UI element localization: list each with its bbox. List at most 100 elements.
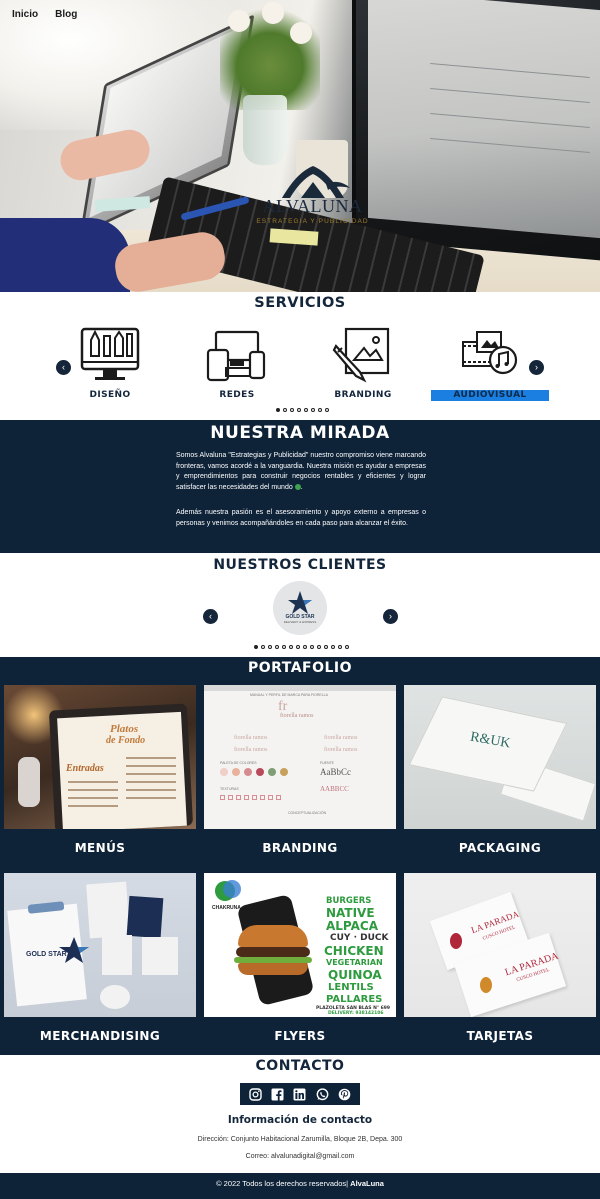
clientes-page-dot[interactable] <box>289 645 293 649</box>
clientes-page-dot[interactable] <box>296 645 300 649</box>
portfolio-tile-flyers[interactable]: CHAKRUNA BURGERS NATIVE ALPACA CUY · DUC… <box>204 873 396 1017</box>
portfolio-caption: FLYERS <box>274 1029 326 1043</box>
branding-name-variant: fiorella ramos <box>234 735 268 741</box>
servicios-page-dot[interactable] <box>318 408 322 412</box>
clientes-page-dot[interactable] <box>261 645 265 649</box>
globe-icon <box>294 483 301 490</box>
menu-line <box>126 773 176 775</box>
branding-name-variant: fiorella ramos <box>234 747 268 753</box>
menu-line <box>68 789 118 791</box>
star-icon <box>288 591 312 614</box>
linkedin-icon[interactable] <box>293 1088 306 1101</box>
portfolio-tile-merchandising[interactable]: GOLD STAR <box>4 873 196 1017</box>
mirada-title: NUESTRA MIRADA <box>210 423 390 443</box>
audiovisual-icon <box>462 331 518 375</box>
menu-line <box>126 781 176 783</box>
portfolio-tile-menus[interactable]: Platos de Fondo Entradas <box>4 685 196 829</box>
clientes-page-dot[interactable] <box>331 645 335 649</box>
clientes-page-dot[interactable] <box>254 645 258 649</box>
nav-link-inicio[interactable]: Inicio <box>12 9 38 20</box>
flyer-burger <box>238 925 308 947</box>
clientes-section: NUESTROS CLIENTES ‹ › GOLD STAR DELIVERY… <box>0 553 600 657</box>
clientes-page-dot[interactable] <box>324 645 328 649</box>
servicios-page-dot[interactable] <box>276 408 280 412</box>
menu-line <box>126 797 176 799</box>
logo-tagline: ESTRATEGIA Y PUBLICIDAD <box>256 218 369 225</box>
menu-heading: Entradas <box>66 763 104 774</box>
service-card-branding[interactable]: BRANDING <box>303 326 423 400</box>
servicios-page-dot[interactable] <box>304 408 308 412</box>
portfolio-caption: MENÚS <box>74 841 126 855</box>
social-bar <box>240 1083 360 1105</box>
service-card-audiovisual[interactable]: AUDIOVISUAL <box>430 326 550 401</box>
menu-line <box>126 789 176 791</box>
nav-link-blog[interactable]: Blog <box>55 9 77 20</box>
menu-line <box>68 805 118 807</box>
instagram-icon[interactable] <box>249 1087 262 1101</box>
servicios-page-dot[interactable] <box>311 408 315 412</box>
clientes-next-button[interactable]: › <box>383 609 398 624</box>
facebook-icon[interactable] <box>271 1088 284 1101</box>
color-swatch <box>280 768 288 776</box>
servicios-page-dot[interactable] <box>290 408 294 412</box>
servicios-section: SERVICIOS ‹ › DISEÑO REDES BRANDING AUDI… <box>0 292 600 420</box>
client-subtitle: DELIVERY & EXPRESS <box>283 620 317 624</box>
flyer-line: ALPACA <box>326 919 379 933</box>
branding-font-label: FUENTE <box>320 761 334 765</box>
servicios-page-dot[interactable] <box>325 408 329 412</box>
hero-glass-vase <box>243 95 287 165</box>
branding-name-variant: fiorella ramos <box>324 747 358 753</box>
texture-mark <box>220 795 225 800</box>
portafolio-section: PORTAFOLIO Platos de Fondo Entradas MENÚ… <box>0 657 600 1055</box>
devices-icon <box>206 330 266 382</box>
service-card-diseno[interactable]: DISEÑO <box>50 326 170 400</box>
client-logo-goldstar[interactable]: GOLD STAR DELIVERY & EXPRESS <box>273 581 327 635</box>
clientes-page-dot[interactable] <box>282 645 286 649</box>
portfolio-caption: MERCHANDISING <box>39 1029 161 1043</box>
menu-line <box>68 781 118 783</box>
service-card-redes[interactable]: REDES <box>177 326 297 400</box>
portfolio-tile-tarjetas[interactable]: LA PARADA CUSCO HOTEL LA PARADA CUSCO HO… <box>404 873 596 1017</box>
clientes-page-dot[interactable] <box>303 645 307 649</box>
servicios-page-dot[interactable] <box>283 408 287 412</box>
clientes-page-dot[interactable] <box>275 645 279 649</box>
service-label-active: AUDIOVISUAL <box>431 390 549 401</box>
menu-line <box>68 797 118 799</box>
portfolio-tile-branding[interactable]: MANUAL Y PERFIL DE MARCA PARA FIORELLA f… <box>204 685 396 829</box>
contact-address: Dirección: Conjunto Habitacional Zarumil… <box>197 1136 403 1143</box>
whatsapp-icon[interactable] <box>316 1087 329 1101</box>
mirada-section: NUESTRA MIRADA Somos Alvaluna "Estrategi… <box>0 420 600 553</box>
clientes-prev-button[interactable]: ‹ <box>203 609 218 624</box>
clientes-pagination <box>254 645 349 649</box>
hero-flower <box>262 2 284 24</box>
clientes-page-dot[interactable] <box>338 645 342 649</box>
servicios-title: SERVICIOS <box>254 295 346 311</box>
branding-name-variant: fiorella ramos <box>324 735 358 741</box>
branding-caption: MANUAL Y PERFIL DE MARCA PARA FIORELLA <box>250 693 328 697</box>
merch-notebook <box>86 881 130 939</box>
merch-folder <box>126 895 164 939</box>
brand-logo: ALVALUNA ESTRATEGIA Y PUBLICIDAD <box>245 160 380 232</box>
color-swatch <box>256 768 264 776</box>
color-swatch <box>220 768 228 776</box>
flyer-burger-bun <box>238 963 308 975</box>
texture-mark <box>244 795 249 800</box>
color-swatch <box>244 768 252 776</box>
menu-line <box>126 765 176 767</box>
clientes-page-dot[interactable] <box>268 645 272 649</box>
portfolio-tile-packaging[interactable]: R&UK <box>404 685 596 829</box>
flyer-line: CHICKEN <box>324 944 384 958</box>
branding-name: fiorella ramos <box>280 713 314 719</box>
texture-mark <box>236 795 241 800</box>
portfolio-caption: PACKAGING <box>458 841 542 855</box>
mirada-paragraph-text: Somos Alvaluna "Estrategias y Publicidad… <box>176 452 426 491</box>
clientes-page-dot[interactable] <box>317 645 321 649</box>
star-icon <box>59 937 89 963</box>
clientes-page-dot[interactable] <box>345 645 349 649</box>
menu-heading: de Fondo <box>106 735 146 746</box>
contact-email[interactable]: Correo: alvalunadigital@gmail.com <box>0 1153 600 1160</box>
pinterest-icon[interactable] <box>338 1088 351 1101</box>
flyer-line: NATIVE <box>326 906 375 920</box>
clientes-page-dot[interactable] <box>310 645 314 649</box>
servicios-page-dot[interactable] <box>297 408 301 412</box>
